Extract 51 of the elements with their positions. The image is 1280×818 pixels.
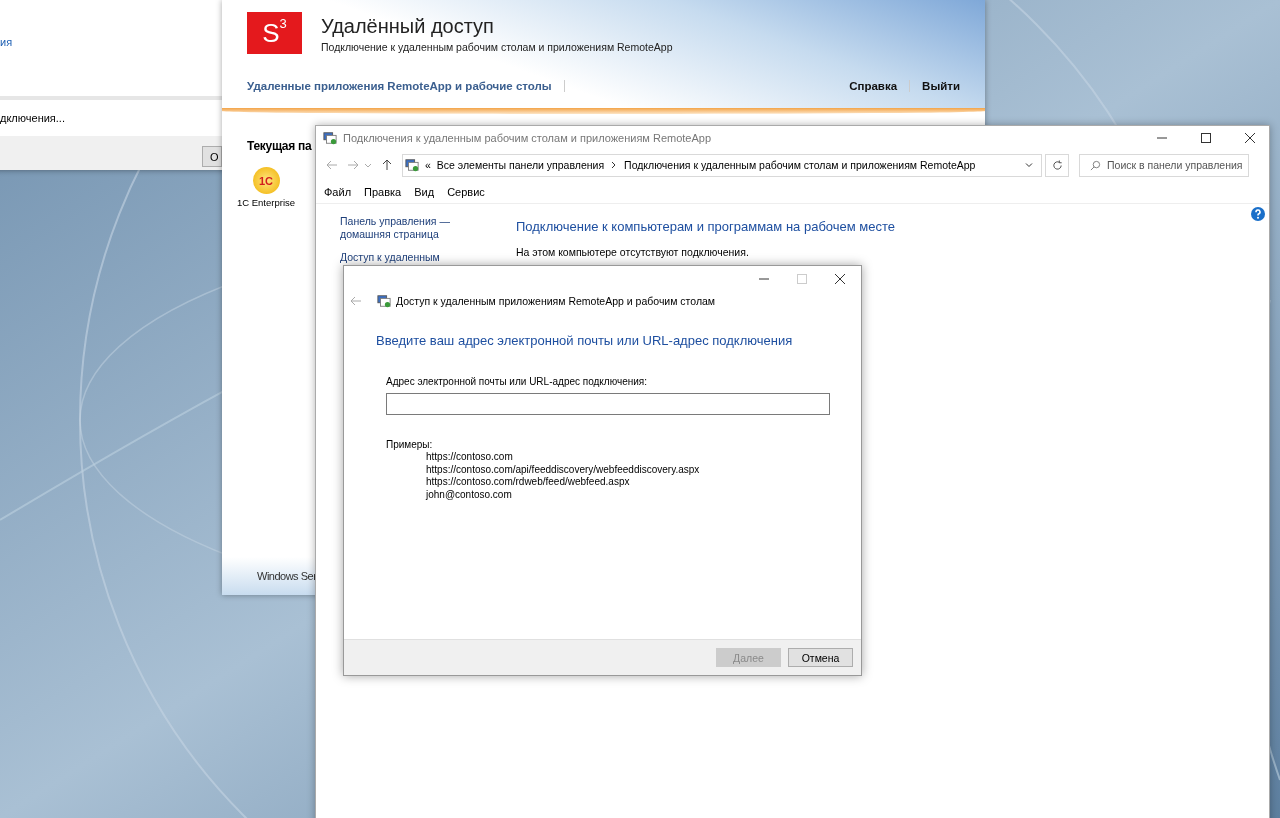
sidebar-link[interactable]: Панель управления — домашняя страница	[340, 215, 450, 241]
example-text: https://contoso.com	[426, 451, 514, 464]
dialog-heading: Введите ваш адрес электронной почты или URL-адрес подключения	[376, 333, 794, 348]
page-heading: Подключение к компьютерам и программам на рабочем месте	[516, 219, 896, 234]
link[interactable]: ия	[0, 36, 13, 48]
example-text: https://contoso.com/api/feeddiscovery/webfeeddiscovery.aspx	[426, 463, 701, 476]
address-field[interactable]	[386, 393, 830, 415]
close-icon[interactable]	[1245, 132, 1255, 143]
back-arrow-icon[interactable]	[350, 295, 362, 307]
close-icon[interactable]	[835, 274, 845, 284]
chevron-down-icon[interactable]	[1025, 161, 1033, 169]
nav-link[interactable]: Удаленные приложения RemoteApp и рабочие столы	[247, 80, 552, 92]
menu-item[interactable]: Вид	[414, 186, 435, 198]
monitor-icon	[377, 294, 391, 308]
monitor-icon	[323, 130, 337, 145]
menu-item[interactable]: Файл	[324, 186, 352, 198]
app-icon[interactable]: 1С	[252, 167, 280, 194]
message-text: На этом компьютере отсутствуют подключения.	[516, 246, 750, 258]
ok-button[interactable]: О	[202, 146, 222, 167]
address-bar[interactable]: « Все элементы панели управления Подключения к удаленным рабочим столам и приложениям RemoteApp	[402, 153, 1042, 177]
menu-item[interactable]: Сервис	[447, 186, 485, 198]
forward-arrow-icon[interactable]	[347, 159, 359, 171]
header-link[interactable]: Справка	[849, 80, 898, 92]
section-title: Текущая па	[247, 139, 312, 153]
search-icon	[1090, 159, 1101, 171]
dialog-button[interactable]: Отмена	[788, 648, 853, 667]
menu-item[interactable]: Правка	[364, 186, 402, 198]
window-title: Подключения к удаленным рабочим столам и приложениям RemoteApp	[343, 131, 712, 144]
example-text: john@contoso.com	[426, 488, 513, 501]
field-label: Адрес электронной почты или URL-адрес подключения:	[386, 376, 649, 387]
dialog-title: Доступ к удаленным приложениям RemoteApp и рабочим столам	[396, 295, 716, 307]
status-text: дключения...	[0, 112, 65, 124]
page-title: Удалённый доступ	[321, 15, 495, 38]
maximize-icon	[797, 274, 807, 284]
search-field[interactable]: Поиск в панели управления	[1079, 153, 1249, 177]
sidebar-link[interactable]: Доступ к удаленным	[340, 251, 440, 264]
page-subtitle: Подключение к удаленным рабочим столам и приложениям RemoteApp	[321, 41, 673, 53]
maximize-icon[interactable]	[1201, 132, 1211, 143]
refresh-icon	[1051, 159, 1063, 171]
up-arrow-icon[interactable]	[381, 159, 393, 171]
footer-text: Windows Ser	[257, 570, 317, 582]
logo: S$^{3}$	[247, 12, 302, 54]
caret-icon[interactable]	[364, 161, 372, 169]
example-text: https://contoso.com/rdweb/feed/webfeed.aspx	[426, 476, 631, 489]
monitor-icon	[405, 158, 419, 172]
examples-label: Примеры:	[386, 439, 434, 450]
back-arrow-icon[interactable]	[326, 159, 338, 171]
app-label[interactable]: 1C Enterprise	[236, 197, 296, 208]
header-link[interactable]: Выйти	[922, 80, 960, 92]
refresh-button[interactable]	[1045, 153, 1069, 177]
help-icon[interactable]	[1251, 207, 1265, 221]
